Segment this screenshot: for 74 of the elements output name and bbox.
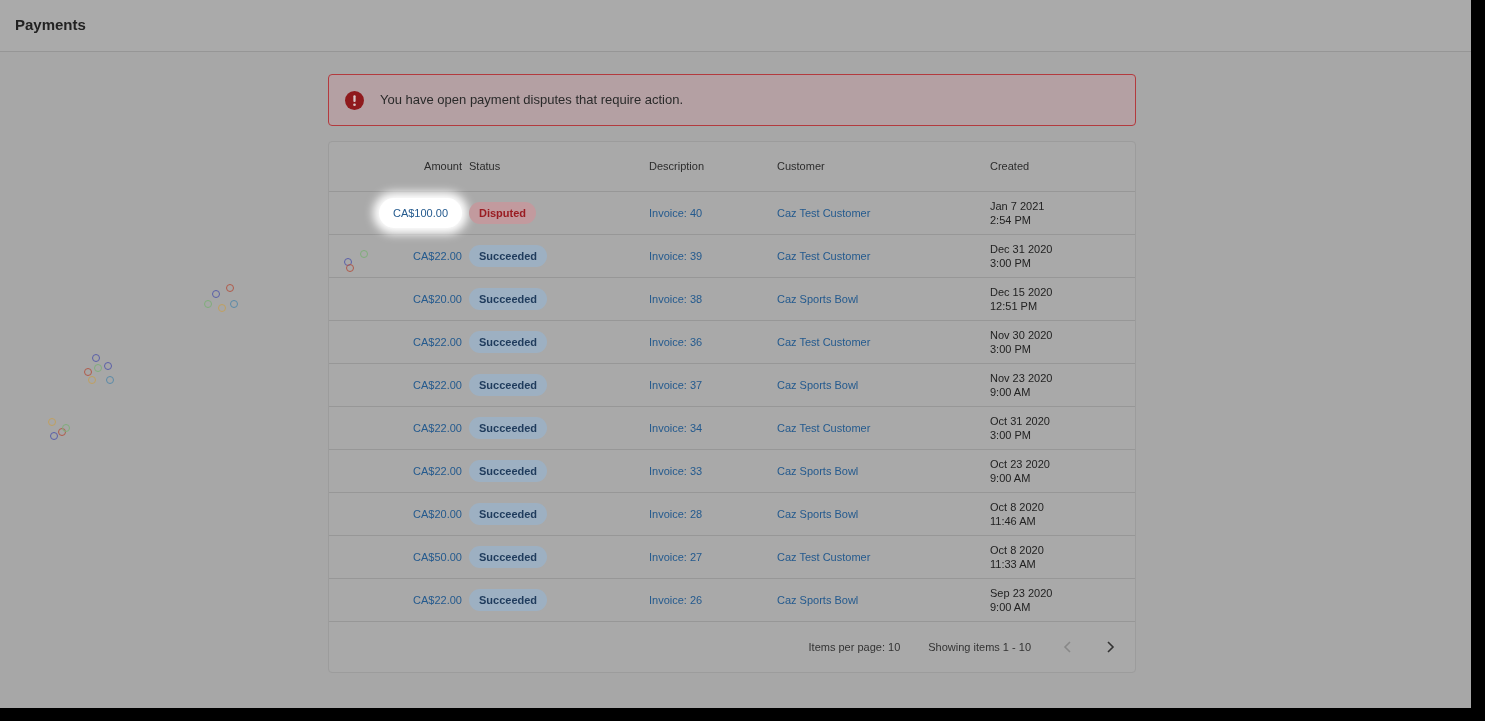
customer-link[interactable]: Caz Sports Bowl (777, 462, 990, 480)
status-badge: Succeeded (469, 330, 548, 354)
amount-link[interactable]: CA$20.00 (413, 290, 462, 308)
amount-link[interactable]: CA$50.00 (413, 548, 462, 566)
column-header: Status (469, 159, 502, 175)
created-time: 11:33 AM (990, 557, 1037, 571)
created-date: Dec 31 2020 (990, 242, 1054, 256)
invoice-link[interactable]: Invoice: 34 (649, 419, 777, 437)
created-date: Jan 7 2021 (990, 199, 1046, 213)
created-time: 3:00 PM (990, 256, 1032, 270)
customer-link[interactable]: Caz Sports Bowl (777, 591, 990, 609)
status-badge: Succeeded (469, 545, 548, 569)
amount-link[interactable]: CA$20.00 (413, 505, 462, 523)
status-badge: Succeeded (469, 588, 548, 612)
created-time: 9:00 AM (990, 471, 1032, 485)
status-badge: Succeeded (469, 373, 548, 397)
created-time: 3:00 PM (990, 428, 1032, 442)
amount-link[interactable]: CA$22.00 (413, 333, 462, 351)
created-time: 12:51 PM (990, 299, 1039, 313)
invoice-link[interactable]: Invoice: 27 (649, 548, 777, 566)
created-time: 9:00 AM (990, 385, 1032, 399)
confetti-drawing (84, 354, 114, 384)
confetti-drawing (48, 418, 70, 440)
amount-link[interactable]: CA$22.00 (413, 419, 462, 437)
created-date: Oct 23 2020 (990, 457, 1051, 471)
amount-link[interactable]: CA$22.00 (413, 247, 462, 265)
customer-link[interactable]: Caz Sports Bowl (777, 376, 990, 394)
column-header: Description (649, 159, 706, 175)
created-date: Dec 15 2020 (990, 285, 1054, 299)
invoice-link[interactable]: Invoice: 28 (649, 505, 777, 523)
invoice-link[interactable]: Invoice: 36 (649, 333, 777, 351)
customer-link[interactable]: Caz Test Customer (777, 204, 990, 222)
column-header: Created (990, 159, 1031, 175)
alert-message: You have open payment disputes that require action. (380, 91, 684, 110)
customer-link[interactable]: Caz Test Customer (777, 419, 990, 437)
status-badge: Succeeded (469, 459, 548, 483)
status-badge: Succeeded (469, 502, 548, 526)
column-header: Amount (424, 159, 463, 175)
created-time: 11:46 AM (990, 514, 1037, 528)
created-date: Nov 23 2020 (990, 371, 1054, 385)
amount-link[interactable]: CA$22.00 (413, 591, 462, 609)
amount-link[interactable]: CA$100.00 (378, 197, 462, 229)
created-date: Sep 23 2020 (990, 586, 1054, 600)
page-title: Payments (15, 15, 86, 36)
invoice-link[interactable]: Invoice: 37 (649, 376, 777, 394)
invoice-link[interactable]: Invoice: 39 (649, 247, 777, 265)
confetti-drawing (204, 284, 238, 312)
created-date: Oct 8 2020 (990, 500, 1045, 514)
customer-link[interactable]: Caz Test Customer (777, 247, 990, 265)
column-header: Customer (777, 159, 826, 175)
status-badge: Succeeded (469, 244, 548, 268)
invoice-link[interactable]: Invoice: 38 (649, 290, 777, 308)
created-time: 2:54 PM (990, 213, 1032, 227)
items-per-page: Items per page: 10 (808, 639, 901, 655)
created-time: 9:00 AM (990, 600, 1032, 614)
amount-link[interactable]: CA$22.00 (413, 376, 462, 394)
alert-icon (345, 90, 364, 110)
created-date: Oct 31 2020 (990, 414, 1051, 428)
customer-link[interactable]: Caz Sports Bowl (777, 505, 990, 523)
status-badge: Disputed (469, 201, 537, 225)
confetti-drawing (344, 250, 368, 272)
created-date: Oct 8 2020 (990, 543, 1045, 557)
status-badge: Succeeded (469, 287, 548, 311)
showing-items: Showing items 1 - 10 (928, 639, 1031, 655)
created-date: Nov 30 2020 (990, 328, 1054, 342)
customer-link[interactable]: Caz Test Customer (777, 548, 990, 566)
customer-link[interactable]: Caz Sports Bowl (777, 290, 990, 308)
created-time: 3:00 PM (990, 342, 1032, 356)
invoice-link[interactable]: Invoice: 33 (649, 462, 777, 480)
amount-link[interactable]: CA$22.00 (413, 462, 462, 480)
invoice-link[interactable]: Invoice: 40 (649, 204, 777, 222)
invoice-link[interactable]: Invoice: 26 (649, 591, 777, 609)
status-badge: Succeeded (469, 416, 548, 440)
customer-link[interactable]: Caz Test Customer (777, 333, 990, 351)
